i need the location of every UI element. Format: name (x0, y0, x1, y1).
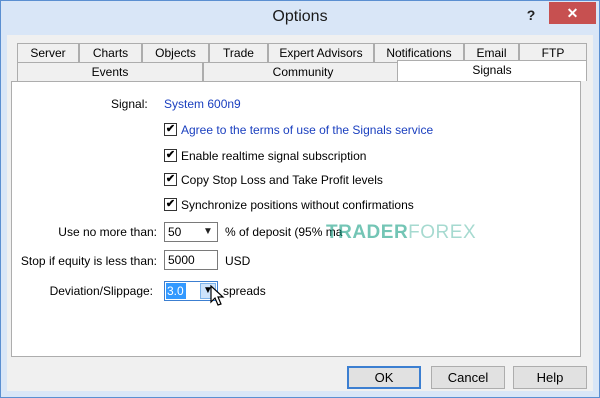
tab-signals[interactable]: Signals (397, 60, 587, 81)
stop-equity-currency: USD (225, 254, 251, 268)
tab-community[interactable]: Community (203, 62, 403, 81)
tab-trade[interactable]: Trade (209, 43, 268, 62)
title-bar: Options ? ✕ (1, 1, 599, 33)
help-button[interactable]: Help (513, 366, 587, 389)
stop-if-equity-label: Stop if equity is less than: (20, 254, 157, 268)
window-title: Options (272, 8, 328, 25)
signal-label: Signal: (111, 97, 148, 111)
deviation-label: Deviation/Slippage: (49, 284, 153, 298)
deposit-percent-value: 50 (168, 225, 182, 239)
tab-events[interactable]: Events (17, 62, 203, 81)
tab-charts[interactable]: Charts (79, 43, 142, 62)
signal-value: System 600n9 (164, 97, 241, 111)
watermark-logo: TRADERFOREX (326, 222, 477, 243)
chevron-down-icon[interactable]: ▼ (201, 224, 215, 240)
enable-realtime-checkbox[interactable]: ✔ (164, 149, 177, 162)
synchronize-positions-label[interactable]: Synchronize positions without confirmati… (181, 198, 414, 212)
agree-terms-checkbox[interactable]: ✔ (164, 123, 177, 136)
use-no-more-label: Use no more than: (58, 225, 157, 239)
ok-button[interactable]: OK (347, 366, 421, 389)
close-button[interactable]: ✕ (549, 2, 596, 24)
help-icon[interactable]: ? (521, 5, 541, 25)
deviation-value: 3.0 (166, 283, 186, 299)
synchronize-positions-checkbox[interactable]: ✔ (164, 198, 177, 211)
copy-sl-tp-label[interactable]: Copy Stop Loss and Take Profit levels (181, 173, 383, 187)
mouse-pointer-icon (210, 285, 225, 306)
agree-terms-label[interactable]: Agree to the terms of use of the Signals… (181, 123, 433, 137)
stop-equity-value: 5000 (168, 253, 195, 267)
deviation-suffix: spreads (223, 284, 266, 298)
cancel-button[interactable]: Cancel (431, 366, 505, 389)
stop-equity-input[interactable]: 5000 (164, 250, 218, 270)
tab-expert-advisors[interactable]: Expert Advisors (268, 43, 374, 62)
tab-server[interactable]: Server (17, 43, 79, 62)
enable-realtime-label[interactable]: Enable realtime signal subscription (181, 149, 366, 163)
deposit-suffix: % of deposit (95% ma (225, 225, 343, 239)
deposit-percent-select[interactable]: 50 ▼ (164, 222, 218, 242)
options-dialog: Options ? ✕ Server Charts Objects Trade … (0, 0, 600, 398)
tab-objects[interactable]: Objects (142, 43, 209, 62)
copy-sl-tp-checkbox[interactable]: ✔ (164, 173, 177, 186)
